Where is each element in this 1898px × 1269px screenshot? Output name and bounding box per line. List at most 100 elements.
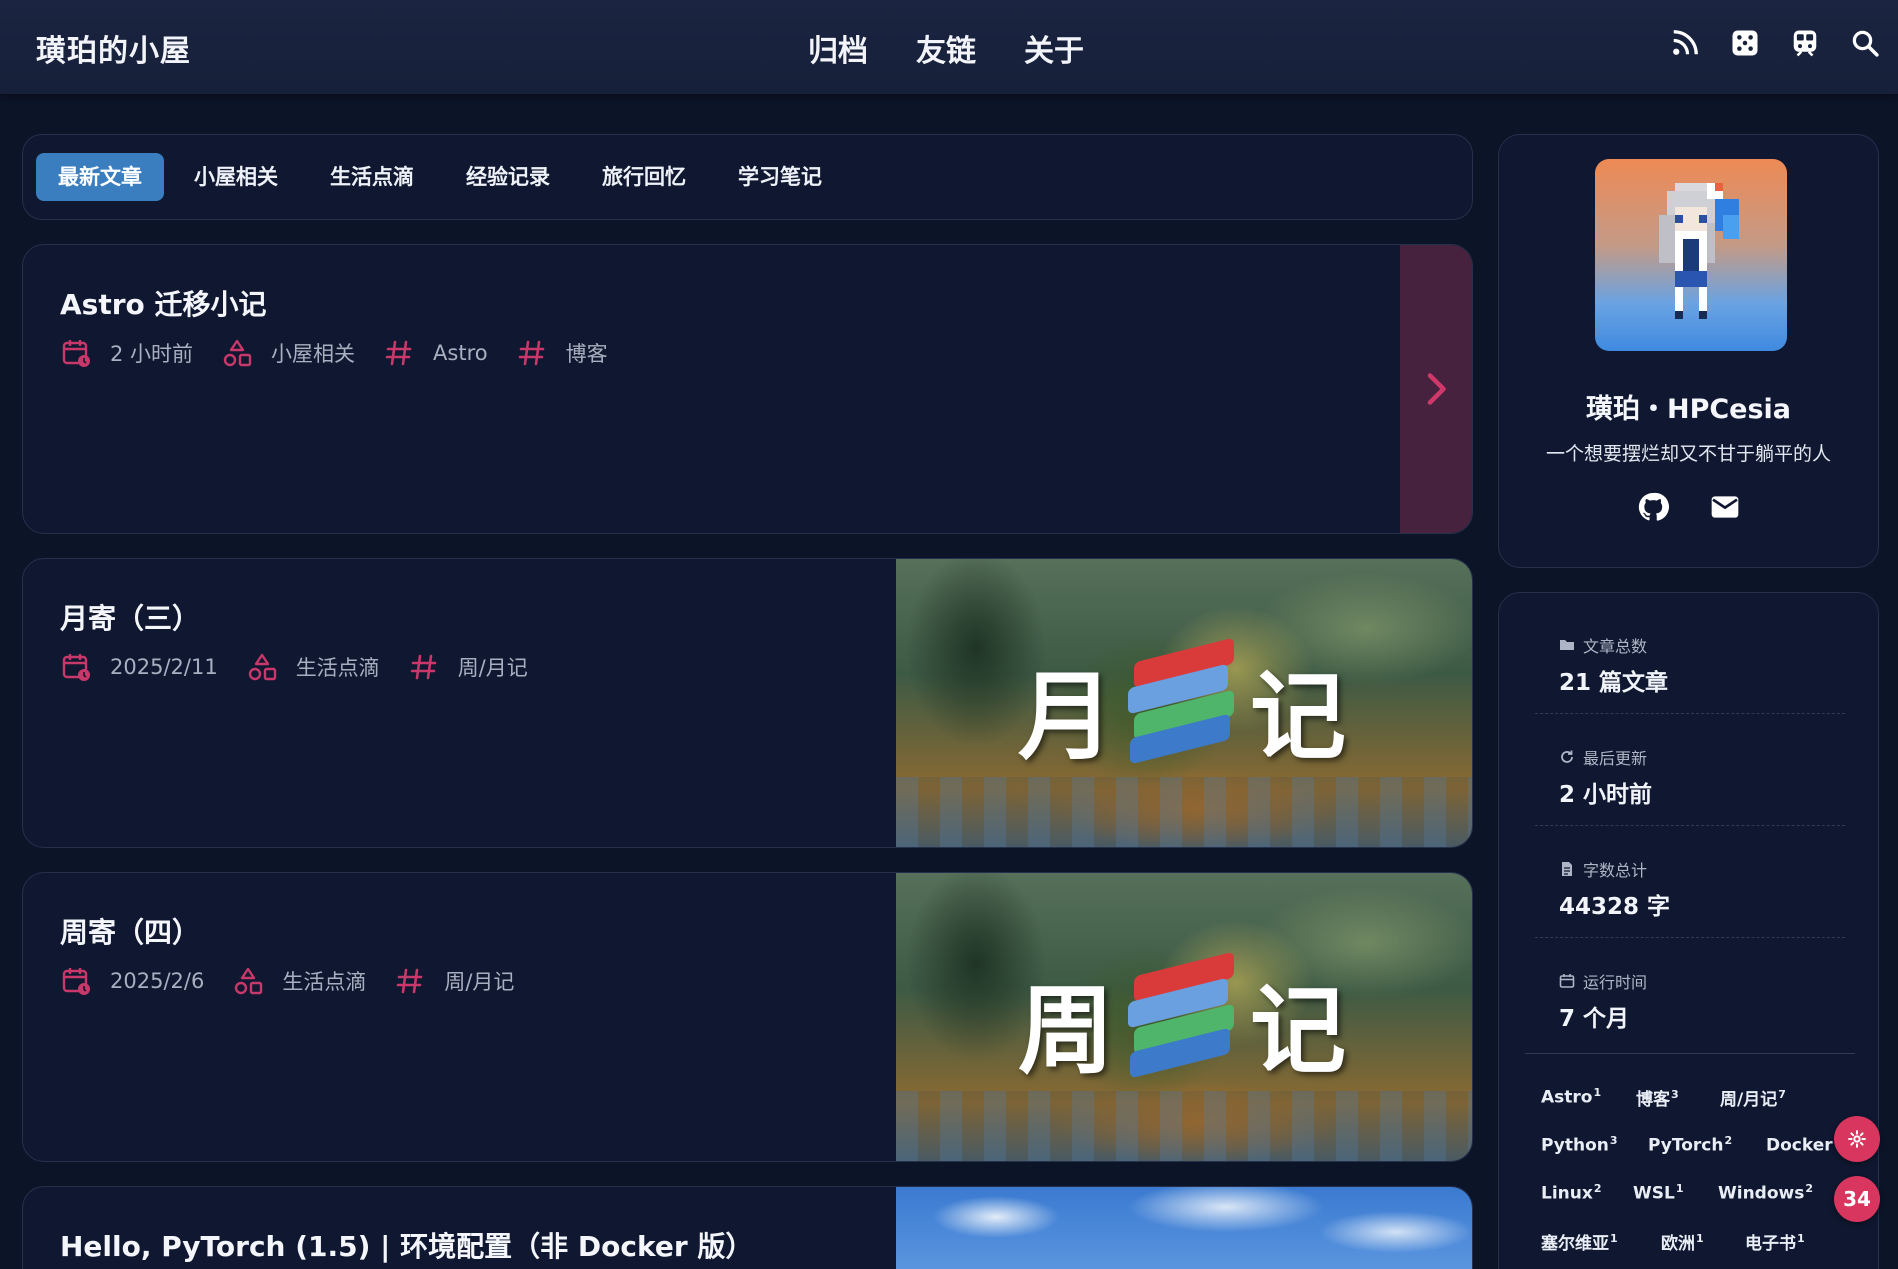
tag-europe[interactable]: 欧洲1 — [1661, 1229, 1745, 1254]
read-more-button[interactable] — [1400, 245, 1472, 533]
post-meta: 2025/2/6 生活点滴 周/月记 — [60, 965, 542, 997]
post-category[interactable]: 生活点滴 — [282, 966, 366, 996]
hashtag-icon — [383, 337, 415, 369]
cover-title: 周记 — [896, 951, 1472, 1092]
post-card[interactable]: Astro 迁移小记 2 小时前 小屋相关 Astro 博客 — [22, 244, 1473, 534]
post-cover-image[interactable] — [896, 1187, 1472, 1269]
post-title[interactable]: Astro 迁移小记 — [60, 283, 267, 323]
tag-weekly-monthly[interactable]: 周/月记7 — [1720, 1085, 1786, 1110]
tag-ebook[interactable]: 电子书1 — [1745, 1229, 1805, 1254]
header-actions — [1670, 28, 1880, 58]
post-meta: 2025/2/11 生活点滴 周/月记 — [60, 651, 556, 683]
stat-post-count: 文章总数 21 篇文章 — [1559, 633, 1668, 697]
site-header: 璜珀的小屋 归档 友链 关于 — [0, 0, 1898, 94]
post-date: 2 小时前 — [110, 342, 194, 366]
calendar-icon — [60, 651, 92, 683]
post-tag[interactable]: Astro — [433, 341, 488, 365]
divider — [1525, 1053, 1855, 1054]
books-emoji-icon — [1124, 637, 1244, 765]
stat-last-update: 最后更新 2 小时前 — [1559, 745, 1652, 809]
category-travel[interactable]: 旅行回忆 — [580, 153, 708, 201]
post-category[interactable]: 小屋相关 — [271, 338, 355, 368]
category-site[interactable]: 小屋相关 — [172, 153, 300, 201]
tag-wsl[interactable]: WSL1 — [1633, 1182, 1718, 1204]
scroll-progress-button[interactable]: 34 — [1834, 1176, 1880, 1222]
tag-cloud: Astro1 博客3 周/月记7 Python3 PyTorch2 Docker… — [1541, 1073, 1861, 1265]
category-experience[interactable]: 经验记录 — [444, 153, 572, 201]
site-stats-card: 文章总数 21 篇文章 最后更新 2 小时前 字数总计 44328 字 运行时间… — [1498, 592, 1879, 1269]
category-shapes-icon — [232, 965, 264, 997]
post-title[interactable]: Hello, PyTorch (1.5) | 环境配置（非 Docker 版） — [60, 1225, 753, 1265]
nav-friends[interactable]: 友链 — [916, 26, 976, 70]
profile-links — [1499, 491, 1878, 523]
mail-icon[interactable] — [1709, 491, 1741, 523]
search-icon[interactable] — [1850, 28, 1880, 58]
category-shapes-icon — [246, 651, 278, 683]
settings-button[interactable] — [1834, 1116, 1880, 1162]
tag-linux[interactable]: Linux2 — [1541, 1182, 1633, 1204]
stat-word-count: 字数总计 44328 字 — [1559, 857, 1670, 921]
nav-archive[interactable]: 归档 — [808, 26, 868, 70]
post-tag[interactable]: 周/月记 — [458, 652, 528, 682]
stat-label: 最后更新 — [1583, 749, 1648, 768]
profile-bio: 一个想要摆烂却又不甘于躺平的人 — [1545, 443, 1831, 465]
category-life[interactable]: 生活点滴 — [308, 153, 436, 201]
calendar-icon — [1559, 974, 1575, 988]
calendar-icon — [60, 337, 92, 369]
category-latest[interactable]: 最新文章 — [36, 153, 164, 201]
hashtag-icon — [408, 651, 440, 683]
github-icon[interactable] — [1637, 491, 1669, 523]
post-date: 2025/2/11 — [110, 655, 218, 679]
calendar-icon — [60, 965, 92, 997]
profile-card: 璜珀・HPCesia 一个想要摆烂却又不甘于躺平的人 — [1498, 134, 1879, 568]
divider — [1535, 825, 1845, 826]
post-category[interactable]: 生活点滴 — [296, 652, 380, 682]
post-meta: 2 小时前 小屋相关 Astro 博客 — [60, 337, 636, 369]
cover-title: 月记 — [896, 637, 1472, 778]
category-bar: 最新文章 小屋相关 生活点滴 经验记录 旅行回忆 学习笔记 — [22, 134, 1473, 220]
post-card[interactable]: 月寄（三） 2025/2/11 生活点滴 周/月记 月记 — [22, 558, 1473, 848]
tag-blog[interactable]: 博客3 — [1636, 1085, 1720, 1110]
site-title[interactable]: 璜珀的小屋 — [36, 26, 191, 70]
stat-label: 文章总数 — [1583, 637, 1648, 656]
stat-label: 字数总计 — [1583, 861, 1648, 880]
stat-value: 7 个月 — [1559, 1006, 1630, 1032]
dice-icon[interactable] — [1730, 28, 1760, 58]
nav-about[interactable]: 关于 — [1024, 26, 1084, 70]
gear-icon — [1848, 1130, 1866, 1148]
profile-name: 璜珀・HPCesia — [1585, 394, 1792, 425]
scroll-percent: 34 — [1843, 1187, 1871, 1211]
post-title[interactable]: 周寄（四） — [60, 911, 200, 951]
stat-label: 运行时间 — [1583, 973, 1648, 992]
refresh-icon — [1561, 750, 1573, 763]
hashtag-icon — [516, 337, 548, 369]
category-notes[interactable]: 学习笔记 — [716, 153, 844, 201]
tag-docker[interactable]: Docker2 — [1766, 1134, 1841, 1156]
stat-uptime: 运行时间 7 个月 — [1559, 969, 1647, 1033]
divider — [1535, 937, 1845, 938]
post-cover-image[interactable]: 月记 — [896, 559, 1472, 847]
post-card[interactable]: Hello, PyTorch (1.5) | 环境配置（非 Docker 版） — [22, 1186, 1473, 1269]
post-tag[interactable]: 博客 — [566, 338, 608, 368]
chevron-right-icon — [1427, 373, 1446, 405]
post-title[interactable]: 月寄（三） — [60, 597, 200, 637]
post-tag[interactable]: 周/月记 — [444, 966, 514, 996]
hashtag-icon — [394, 965, 426, 997]
stat-value: 2 小时前 — [1559, 782, 1653, 808]
tag-serbia[interactable]: 塞尔维亚1 — [1541, 1229, 1661, 1254]
stat-value: 21 篇文章 — [1559, 670, 1669, 696]
folder-icon — [1560, 640, 1574, 650]
tag-astro[interactable]: Astro1 — [1541, 1086, 1636, 1108]
tag-windows[interactable]: Windows2 — [1718, 1182, 1813, 1204]
document-icon — [1562, 862, 1572, 876]
post-card[interactable]: 周寄（四） 2025/2/6 生活点滴 周/月记 周记 — [22, 872, 1473, 1162]
rss-icon[interactable] — [1670, 28, 1700, 58]
tag-python[interactable]: Python3 — [1541, 1134, 1648, 1156]
train-icon[interactable] — [1790, 28, 1820, 58]
post-cover-image[interactable]: 周记 — [896, 873, 1472, 1161]
stat-value: 44328 字 — [1559, 894, 1671, 920]
tag-pytorch[interactable]: PyTorch2 — [1648, 1134, 1766, 1156]
divider — [1535, 713, 1845, 714]
avatar[interactable] — [1595, 159, 1787, 351]
post-date: 2025/2/6 — [110, 969, 205, 993]
